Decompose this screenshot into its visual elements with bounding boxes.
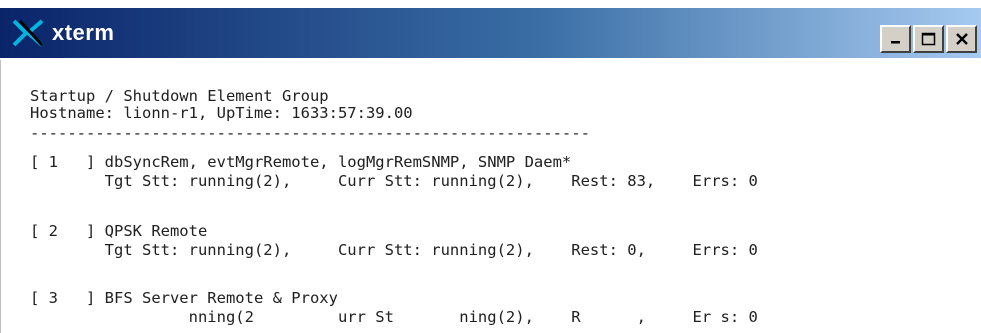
entry-1-title: [ 1 ] dbSyncRem, evtMgrRemote, logMgrRem…: [30, 153, 572, 171]
hostname-line: Hostname: lionn-r1, UpTime: 1633:57:39.0…: [30, 104, 413, 122]
xterm-logo-icon: [12, 19, 44, 47]
maximize-button[interactable]: [913, 25, 944, 53]
maximize-icon: [921, 32, 935, 46]
minimize-button[interactable]: [880, 25, 911, 53]
entry-3-title: [ 3 ] BFS Server Remote & Proxy: [30, 289, 338, 307]
xterm-window: xterm Startup / Shutdown Element Group H…: [0, 0, 981, 333]
minimize-icon: [890, 41, 900, 44]
title-bar[interactable]: xterm: [0, 8, 981, 58]
close-icon: [955, 33, 968, 45]
group-title-line: Startup / Shutdown Element Group: [30, 87, 329, 105]
entry-3-status: nning(2 urr St ning(2), R , Er s: 0: [30, 308, 758, 326]
window-controls: [880, 25, 977, 53]
terminal-output[interactable]: Startup / Shutdown Element Group Hostnam…: [0, 60, 981, 333]
separator-line: ----------------------------------------…: [30, 124, 590, 142]
close-button[interactable]: [946, 25, 977, 53]
entry-2-title: [ 2 ] QPSK Remote: [30, 222, 208, 240]
window-title: xterm: [52, 20, 115, 45]
entry-1-status: Tgt Stt: running(2), Curr Stt: running(2…: [30, 172, 758, 190]
entry-2-status: Tgt Stt: running(2), Curr Stt: running(2…: [30, 241, 758, 259]
